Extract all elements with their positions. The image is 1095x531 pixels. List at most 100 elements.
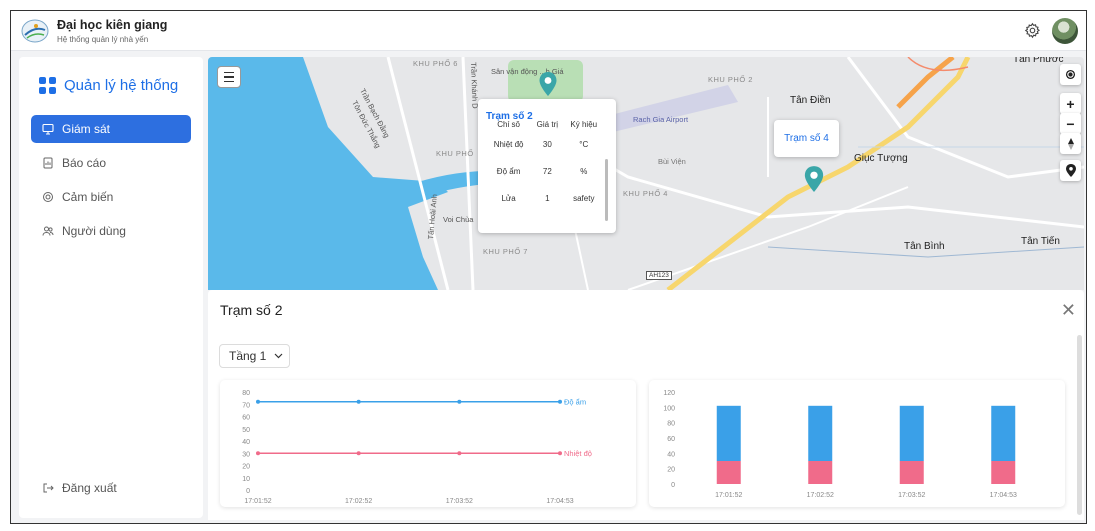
row-unit: °C [579, 140, 589, 149]
row-value: 30 [542, 140, 552, 149]
data-point [356, 399, 361, 404]
data-point [356, 451, 361, 456]
data-point [558, 451, 562, 456]
x-tick-label: 17:01:52 [244, 498, 271, 505]
crosshair-icon [1065, 69, 1076, 80]
panel-scrollbar[interactable] [1077, 335, 1082, 515]
table-row: Lửa 1 safety [486, 185, 604, 212]
bar-segment [808, 405, 833, 461]
y-tick-label: 60 [242, 415, 250, 422]
sidebar-item-label: Người dùng [62, 224, 126, 238]
bar-chart: 0 20 40 60 80 100 120 17:01:52 17:02:52 17:03:52 1… [663, 390, 1017, 499]
data-point [256, 399, 260, 404]
sidebar-item-cam-bien[interactable]: Cảm biến [31, 183, 191, 211]
map-view[interactable]: KHU PHỐ 6 KHU PHỐ 2 KHU PHỐ 4 KHU PHỐ 7 … [208, 57, 1084, 290]
report-icon [43, 157, 53, 169]
gear-icon[interactable] [1024, 22, 1041, 39]
popup-title: Trạm số 4 [784, 133, 829, 144]
menu-toggle-button[interactable] [217, 66, 241, 88]
floor-select[interactable]: Tầng 1 [219, 344, 290, 368]
map-label-airport: Rach Gia Airport [633, 115, 689, 124]
x-tick-label: 17:02:52 [345, 498, 372, 505]
bar-segment [991, 405, 1016, 461]
compass-icon [1067, 137, 1074, 150]
map-label-kp6: KHU PHỐ 6 [413, 59, 458, 68]
bar-segment [899, 461, 924, 484]
map-label-kp2: KHU PHỐ 2 [708, 75, 753, 84]
y-tick-label: 80 [667, 421, 675, 428]
bar-segment [716, 405, 741, 461]
sidebar-item-giam-sat[interactable]: Giám sát [31, 115, 191, 143]
row-name: Lửa [501, 194, 516, 203]
x-tick-label: 17:03:52 [898, 492, 925, 499]
line-chart-card: 0 10 20 30 40 50 60 70 80 17:01:52 17:02:52 17:03:5… [220, 380, 636, 507]
zoom-out-button[interactable]: − [1060, 113, 1081, 134]
app-title: Đại học kiên giang [57, 18, 168, 32]
station-2-pin-icon[interactable] [538, 71, 558, 97]
row-value: 1 [545, 194, 550, 203]
sensor-icon [43, 192, 53, 202]
row-name: Độ ẩm [496, 167, 521, 176]
sidebar-item-label: Giám sát [62, 122, 111, 136]
y-tick-label: 50 [242, 427, 250, 434]
compass-button[interactable] [1060, 133, 1081, 154]
map-label-tan-phuoc: Tân Phước [1013, 57, 1064, 65]
station-4-pin-icon[interactable] [803, 165, 825, 193]
y-tick-label: 120 [663, 390, 675, 397]
popup-scrollbar[interactable] [605, 159, 608, 221]
row-name: Nhiệt độ [493, 140, 524, 149]
y-tick-label: 40 [667, 451, 675, 458]
map-label-bui-vien: Bùi Viện [658, 157, 686, 166]
highway-shield: AH123 [646, 271, 672, 280]
col-header-gia-tri: Giá trị [536, 120, 559, 129]
data-point [457, 399, 462, 404]
sidebar-item-bao-cao[interactable]: Báo cáo [31, 149, 191, 177]
sidebar-brand-label: Quản lý hệ thống [64, 77, 179, 94]
sidebar-item-nguoi-dung[interactable]: Người dùng [31, 217, 191, 245]
table-row: Độ ẩm 72 % [486, 158, 604, 185]
map-label-tan-tien: Tân Tiến [1021, 236, 1060, 247]
y-tick-label: 70 [242, 402, 250, 409]
row-value: 72 [542, 167, 552, 176]
zoom-in-button[interactable]: + [1060, 93, 1081, 114]
chevron-down-icon [274, 353, 283, 359]
row-unit: % [580, 167, 588, 176]
station-2-popup: Trạm số 2 Chỉ số Giá trị Ký hiệu Nhiệt đ… [478, 99, 616, 233]
map-label-kp4: KHU PHỐ 4 [623, 189, 668, 198]
x-tick-label: 17:03:52 [446, 498, 473, 505]
station-4-popup[interactable]: Trạm số 4 [774, 120, 839, 157]
y-tick-label: 100 [663, 405, 675, 412]
y-tick-label: 20 [667, 467, 675, 474]
top-bar: Đại học kiên giang Hệ thống quản lý nhà … [11, 11, 1086, 51]
bar-segment [991, 461, 1016, 484]
logout-label: Đăng xuất [62, 481, 117, 495]
locate-me-button[interactable] [1060, 64, 1081, 85]
x-tick-label: 17:04:53 [990, 492, 1017, 499]
logo-icon [21, 19, 49, 43]
series-label: Độ ẩm [564, 397, 586, 406]
sidebar-item-label: Cảm biến [62, 190, 114, 204]
line-chart: 0 10 20 30 40 50 60 70 80 17:01:52 17:02:52 17:03:5… [242, 390, 592, 505]
y-tick-label: 0 [246, 488, 250, 495]
bar-segment [808, 461, 833, 484]
data-point [558, 399, 562, 404]
users-icon [42, 226, 54, 236]
logout-icon [43, 483, 54, 493]
table-row: Nhiệt độ 30 °C [486, 131, 604, 158]
panel-title: Trạm số 2 [220, 302, 283, 318]
y-tick-label: 60 [667, 436, 675, 443]
user-avatar[interactable] [1052, 18, 1078, 44]
x-tick-label: 17:02:52 [807, 492, 834, 499]
map-label-voi-chua: Voi Chùa [443, 215, 474, 224]
close-icon[interactable]: ✕ [1061, 300, 1076, 321]
pin-tool-button[interactable] [1060, 160, 1081, 181]
logout-button[interactable]: Đăng xuất [31, 474, 191, 502]
sidebar: Quản lý hệ thống Giám sát Báo cáo Cảm bi… [19, 57, 203, 518]
col-header-chi-so: Chỉ số [497, 121, 520, 129]
row-unit: safety [573, 194, 595, 203]
data-point [256, 451, 260, 456]
x-tick-label: 17:01:52 [715, 492, 742, 499]
app-window: Đại học kiên giang Hệ thống quản lý nhà … [10, 10, 1087, 524]
y-tick-label: 40 [242, 439, 250, 446]
bar-segment [716, 461, 741, 484]
